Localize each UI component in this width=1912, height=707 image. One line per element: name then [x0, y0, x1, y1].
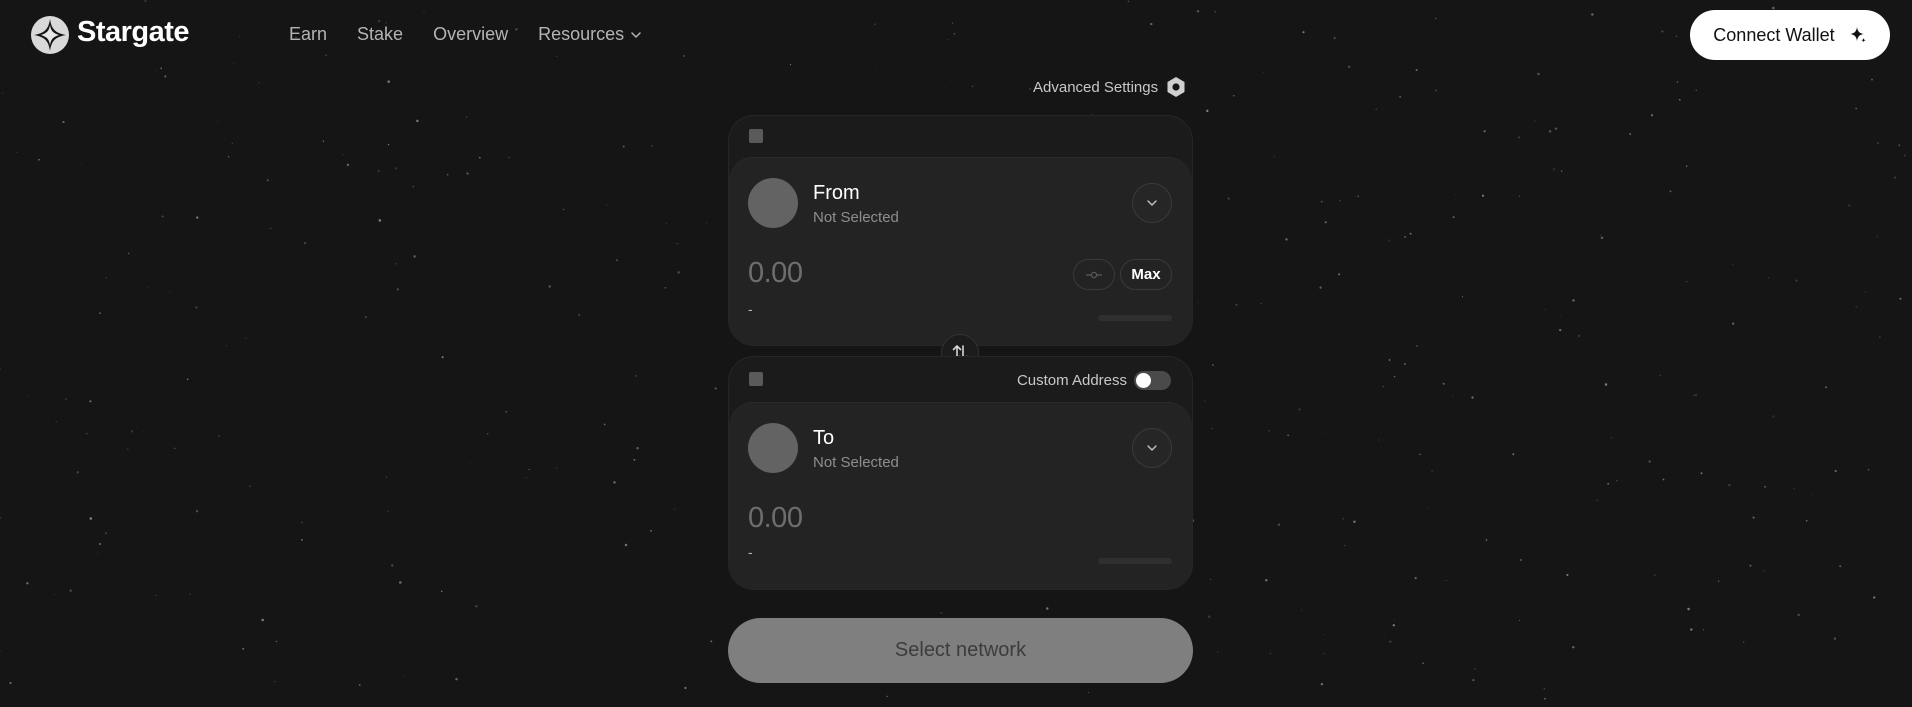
custom-address-label: Custom Address: [1016, 372, 1127, 389]
to-chain-placeholder: [749, 372, 763, 386]
to-panel: Custom Address To Not Selected 0.00 -: [728, 356, 1193, 590]
from-usd-value: -: [748, 301, 753, 317]
toggle-knob: [1136, 373, 1151, 388]
advanced-settings[interactable]: Advanced Settings: [1033, 76, 1186, 98]
nav-earn-label: Earn: [289, 24, 328, 44]
nav-stake[interactable]: Stake: [357, 24, 403, 45]
from-panel: From Not Selected 0.00 Max -: [728, 115, 1193, 346]
custom-address-toggle[interactable]: [1134, 371, 1171, 390]
to-amount-output: 0.00: [748, 502, 803, 534]
to-network-avatar: [748, 423, 798, 473]
from-chain-placeholder: [749, 129, 763, 143]
connect-wallet-button[interactable]: Connect Wallet: [1690, 10, 1890, 60]
advanced-settings-label: Advanced Settings: [1033, 78, 1159, 96]
to-network-status: Not Selected: [813, 454, 899, 471]
custom-address-control: Custom Address: [1017, 371, 1171, 390]
to-network-card: To Not Selected 0.00 -: [729, 402, 1192, 589]
max-button[interactable]: Max: [1120, 259, 1172, 290]
to-network-dropdown[interactable]: [1132, 428, 1172, 468]
nav-overview[interactable]: Overview: [433, 24, 508, 45]
stargate-logo-icon[interactable]: [28, 14, 72, 56]
connect-wallet-label: Connect Wallet: [1713, 24, 1835, 45]
brand-name[interactable]: Stargate: [77, 16, 190, 49]
select-network-button[interactable]: Select network: [728, 618, 1193, 683]
from-title: From: [813, 182, 860, 204]
nav-overview-label: Overview: [433, 24, 509, 44]
slider-button[interactable]: [1073, 259, 1115, 290]
to-usd-value: -: [748, 544, 753, 560]
nav-resources-label: Resources: [538, 24, 625, 44]
sparkle-icon: [1849, 27, 1866, 43]
to-title: To: [813, 427, 835, 449]
from-network-card: From Not Selected 0.00 Max -: [729, 157, 1192, 345]
hexagon-settings-icon: [1167, 77, 1185, 97]
nav-earn[interactable]: Earn: [289, 24, 327, 45]
main-nav: Earn Stake Overview Resources: [289, 24, 642, 45]
nav-stake-label: Stake: [357, 24, 404, 44]
slider-icon: [1086, 271, 1102, 278]
from-network-avatar: [748, 178, 798, 228]
to-balance-skeleton: [1098, 558, 1172, 564]
nav-resources[interactable]: Resources: [538, 24, 642, 45]
from-amount-input[interactable]: 0.00: [748, 257, 803, 290]
chevron-down-icon: [1147, 200, 1157, 207]
chevron-down-icon: [631, 31, 641, 38]
from-network-status: Not Selected: [813, 209, 899, 226]
chevron-down-icon: [1147, 445, 1157, 452]
from-network-dropdown[interactable]: [1132, 183, 1172, 223]
from-balance-skeleton: [1098, 315, 1172, 321]
